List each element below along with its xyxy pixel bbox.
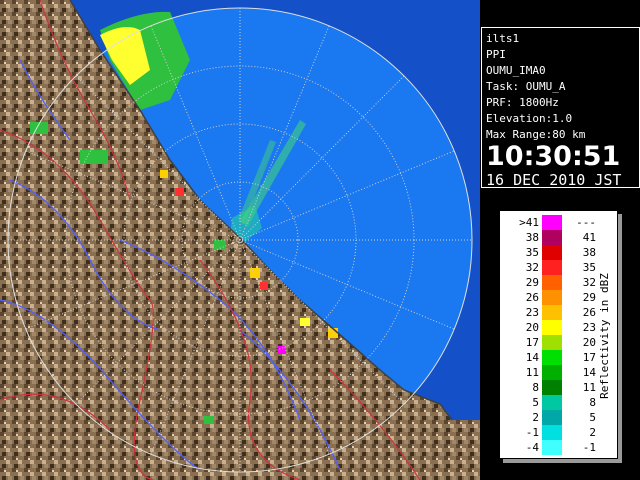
legend-high-value: 29 [582, 291, 596, 304]
task-name: Task: OUMU_A [486, 80, 566, 93]
legend-low-value: 29 [525, 276, 539, 289]
legend-rows: >41 --- 38 41 35 38 32 35 29 32 26 29 23 26 20 23 17 20 14… [504, 215, 600, 455]
scan-type: PPI [486, 48, 506, 61]
legend-low-value: -4 [525, 441, 539, 454]
scan-date: 16 DEC 2010 JST [486, 171, 622, 189]
legend-row: 32 35 [504, 260, 600, 275]
legend-high-value: --- [576, 216, 596, 229]
legend-color-swatch [542, 410, 562, 425]
legend-row: 29 32 [504, 275, 600, 290]
legend-low-value: 32 [525, 261, 539, 274]
radar-name: ilts1 [486, 32, 520, 45]
legend-row: >41 --- [504, 215, 600, 230]
legend-high-value: 32 [582, 276, 596, 289]
reflectivity-legend: >41 --- 38 41 35 38 32 35 29 32 26 29 23 26 20 23 17 20 14… [499, 210, 618, 459]
legend-high-value: 38 [582, 246, 596, 259]
legend-low-value: 14 [525, 351, 539, 364]
legend-high-value: 26 [582, 306, 596, 319]
legend-color-swatch [542, 440, 562, 455]
legend-row: 8 11 [504, 380, 600, 395]
legend-row: 35 38 [504, 245, 600, 260]
radar-ppi-map[interactable] [0, 0, 480, 480]
legend-low-value: 23 [525, 306, 539, 319]
legend-row: 11 14 [504, 365, 600, 380]
legend-color-swatch [542, 320, 562, 335]
legend-high-value: 35 [582, 261, 596, 274]
legend-row: -1 2 [504, 425, 600, 440]
legend-color-swatch [542, 215, 562, 230]
legend-row: 25 [504, 410, 600, 425]
site-name: OUMU_IMA0 [486, 64, 546, 77]
legend-row: 20 23 [504, 320, 600, 335]
legend-low-value: 11 [525, 366, 539, 379]
legend-color-swatch [542, 230, 562, 245]
legend-color-swatch [542, 395, 562, 410]
legend-color-swatch [542, 260, 562, 275]
legend-color-swatch [542, 335, 562, 350]
legend-high-value: 11 [582, 381, 596, 394]
legend-color-swatch [542, 305, 562, 320]
legend-row: 14 17 [504, 350, 600, 365]
legend-high-value: 5 [589, 411, 596, 424]
legend-color-swatch [542, 245, 562, 260]
legend-low-value: 17 [525, 336, 539, 349]
legend-row: 38 41 [504, 230, 600, 245]
legend-color-swatch [542, 365, 562, 380]
legend-low-value: 26 [525, 291, 539, 304]
legend-low-value: >41 [519, 216, 539, 229]
scan-time: 10:30:51 [486, 141, 621, 172]
radar-display: ilts1 PPI OUMU_IMA0 Task: OUMU_A PRF: 18… [0, 0, 640, 480]
legend-color-swatch [542, 290, 562, 305]
legend-high-value: 41 [582, 231, 596, 244]
legend-high-value: 2 [589, 426, 596, 439]
legend-row: 17 20 [504, 335, 600, 350]
legend-row: -4 -1 [504, 440, 600, 455]
prf-value: PRF: 1800Hz [486, 96, 559, 109]
legend-color-swatch [542, 425, 562, 440]
legend-high-value: 23 [582, 321, 596, 334]
legend-row: 58 [504, 395, 600, 410]
legend-high-value: 8 [589, 396, 596, 409]
legend-high-value: 20 [582, 336, 596, 349]
legend-title: Reflectivity in dBZ [598, 273, 611, 399]
legend-color-swatch [542, 350, 562, 365]
legend-color-swatch [542, 380, 562, 395]
legend-low-value: 5 [532, 396, 539, 409]
elevation-value: Elevation:1.0 [486, 112, 573, 125]
radar-info-panel: ilts1 PPI OUMU_IMA0 Task: OUMU_A PRF: 18… [481, 27, 640, 189]
legend-low-value: -1 [525, 426, 539, 439]
legend-row: 23 26 [504, 305, 600, 320]
legend-low-value: 8 [532, 381, 539, 394]
legend-low-value: 20 [525, 321, 539, 334]
legend-color-swatch [542, 275, 562, 290]
legend-low-value: 2 [532, 411, 539, 424]
legend-row: 26 29 [504, 290, 600, 305]
legend-high-value: -1 [582, 441, 596, 454]
legend-high-value: 14 [582, 366, 596, 379]
legend-title-text: Reflectivity in dBZ [598, 273, 611, 399]
legend-low-value: 38 [525, 231, 539, 244]
legend-low-value: 35 [525, 246, 539, 259]
legend-high-value: 17 [582, 351, 596, 364]
